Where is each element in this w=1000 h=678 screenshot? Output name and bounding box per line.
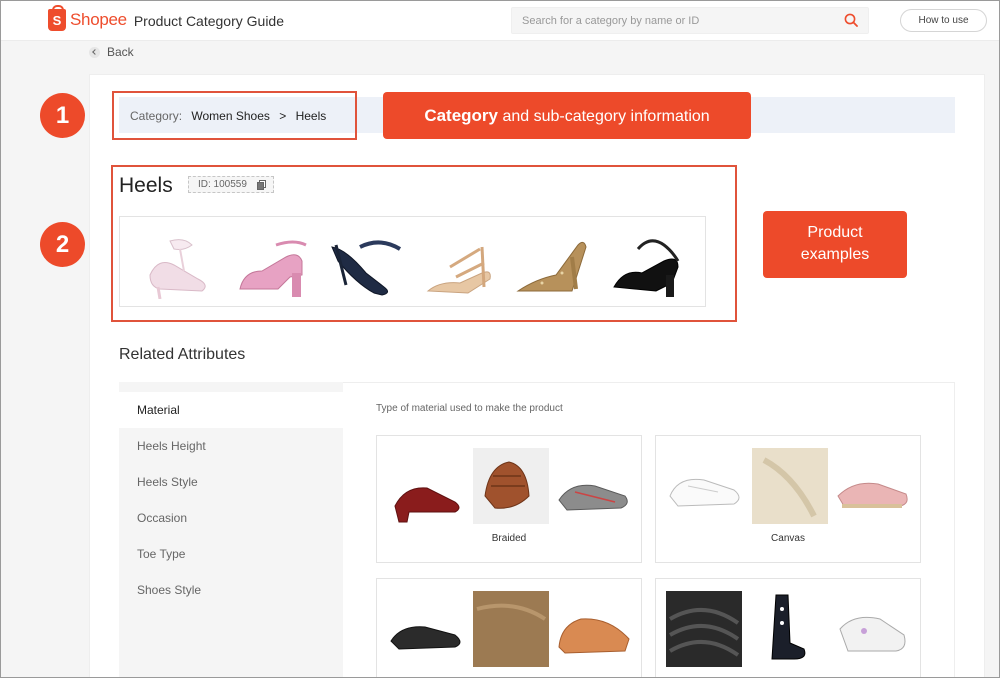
search-icon[interactable]	[844, 13, 858, 27]
rubber-thumbnails	[666, 591, 906, 667]
callout-bold: Category	[424, 106, 498, 125]
search-box	[511, 7, 869, 34]
value-label-canvas: Canvas	[771, 533, 805, 544]
related-attributes-title: Related Attributes	[119, 346, 246, 363]
leather-thumbnails	[390, 591, 630, 667]
callout-rest: and sub-category information	[498, 108, 710, 125]
search-input[interactable]	[512, 8, 822, 33]
attribute-heels-style[interactable]: Heels Style	[137, 475, 198, 489]
value-card-canvas[interactable]: Canvas	[655, 435, 921, 563]
callout2-line1: Product	[807, 224, 863, 241]
attribute-occasion[interactable]: Occasion	[137, 511, 187, 525]
callout-category-info: Category and sub-category information	[383, 92, 751, 139]
canvas-thumbnails	[669, 448, 908, 524]
annotation-box-examples	[111, 165, 737, 322]
back-link[interactable]: Back	[89, 45, 134, 59]
attribute-toe-type[interactable]: Toe Type	[137, 547, 185, 561]
value-card-rubber[interactable]	[655, 578, 921, 678]
callout2-line2: examples	[800, 246, 870, 263]
attribute-heels-height[interactable]: Heels Height	[137, 439, 206, 453]
back-label: Back	[107, 45, 134, 59]
how-to-use-button[interactable]: How to use	[900, 9, 987, 32]
braided-thumbnails	[394, 448, 628, 524]
callout-product-examples: Product examples	[763, 211, 907, 278]
attribute-description: Type of material used to make the produc…	[376, 403, 563, 414]
annotation-badge-1: 1	[40, 93, 85, 138]
annotation-badge-2: 2	[40, 222, 85, 267]
value-label-braided: Braided	[491, 533, 527, 544]
shopee-logo[interactable]: S Shopee Product Category Guide	[48, 5, 285, 31]
top-header: S Shopee Product Category Guide How to u…	[1, 1, 999, 41]
value-card-leather[interactable]	[376, 578, 642, 678]
back-arrow-icon	[89, 46, 100, 58]
logo-text: Shopee	[70, 10, 127, 29]
app-title: Product Category Guide	[133, 13, 285, 29]
attribute-material[interactable]: Material	[137, 403, 180, 417]
annotation-box-category	[112, 91, 357, 140]
value-card-braided[interactable]: Braided	[376, 435, 642, 563]
attribute-shoes-style[interactable]: Shoes Style	[137, 583, 201, 597]
shopee-bag-icon: S	[48, 5, 66, 31]
